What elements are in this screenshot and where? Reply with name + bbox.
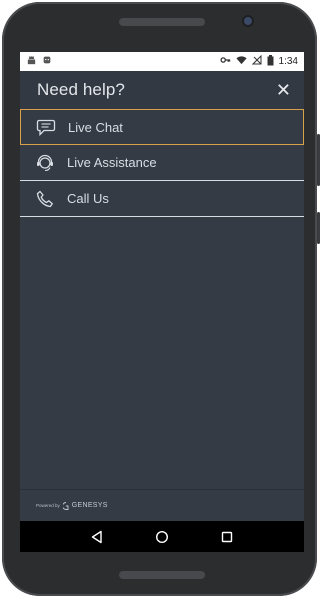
help-options-list: Live Chat Live Assistance Call Us — [20, 109, 304, 217]
menu-item-call-us[interactable]: Call Us — [20, 181, 304, 217]
home-icon — [155, 530, 168, 543]
android-nav-bar — [20, 521, 304, 552]
home-button[interactable] — [150, 525, 174, 549]
back-icon — [92, 530, 103, 543]
headset-icon — [35, 153, 55, 173]
front-camera — [244, 17, 252, 25]
bottom-speaker — [119, 571, 205, 579]
menu-item-label: Call Us — [67, 191, 109, 206]
phone-device: 1:34 Need help? ✕ Live Chat Live Assista… — [2, 2, 320, 596]
powered-by-footer: Powered by GENESYS — [20, 489, 304, 521]
close-icon: ✕ — [275, 79, 291, 100]
no-signal-icon — [251, 54, 262, 68]
menu-item-live-assistance[interactable]: Live Assistance — [20, 145, 304, 181]
clock: 1:34 — [278, 56, 298, 67]
status-bar: 1:34 — [20, 52, 304, 71]
top-speaker — [119, 18, 205, 26]
page-title: Need help? — [37, 80, 125, 99]
brand-name: GENESYS — [71, 502, 108, 509]
chat-bubble-icon — [36, 117, 56, 137]
recents-icon — [221, 531, 232, 542]
menu-item-label: Live Assistance — [67, 155, 157, 170]
close-button[interactable]: ✕ — [276, 80, 291, 101]
wifi-icon — [235, 55, 247, 68]
help-header: Need help? ✕ — [20, 71, 304, 109]
back-button[interactable] — [85, 525, 109, 549]
phone-icon — [35, 189, 55, 209]
recents-button[interactable] — [215, 525, 239, 549]
powered-by-label: Powered by — [36, 503, 60, 508]
android-debug-icon — [42, 55, 52, 68]
battery-icon — [267, 54, 274, 69]
menu-item-label: Live Chat — [68, 119, 123, 135]
menu-item-live-chat[interactable]: Live Chat — [20, 109, 304, 145]
genesys-logo-icon — [61, 497, 69, 515]
key-icon — [219, 55, 231, 68]
android-icon — [26, 55, 37, 69]
screen: 1:34 Need help? ✕ Live Chat Live Assista… — [20, 52, 304, 552]
